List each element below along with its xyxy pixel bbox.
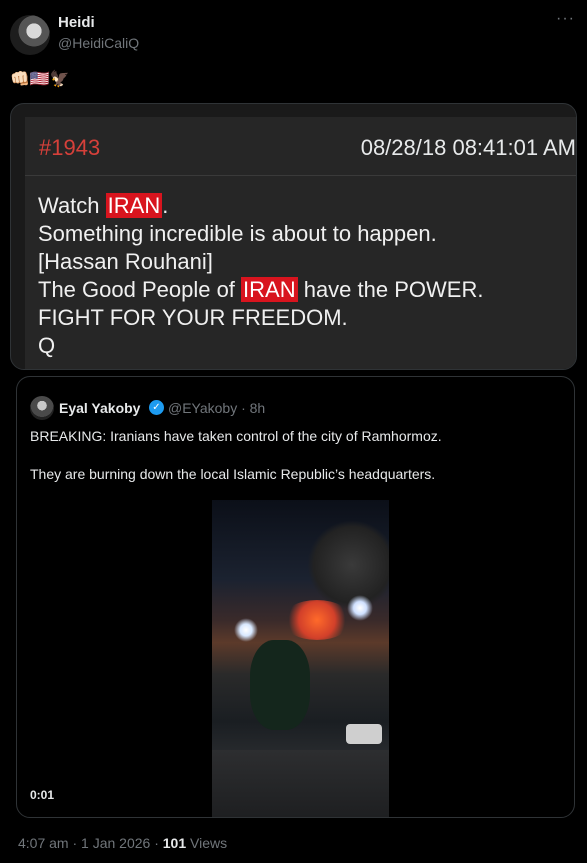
drop-line: FIGHT FOR YOUR FREEDOM. (38, 305, 348, 330)
verified-badge-icon: ✓ (149, 400, 164, 415)
drop-header: #1943 08/28/18 08:41:01 AM (25, 117, 576, 176)
video-frame-road (212, 750, 389, 817)
views-label: Views (186, 835, 228, 851)
more-options-icon[interactable]: ··· (556, 10, 575, 28)
highlighted-word: IRAN (241, 277, 298, 302)
author-handle[interactable]: @HeidiCaliQ (58, 35, 139, 51)
drop-text: The Good People of (38, 277, 242, 302)
video-frame-smoke (307, 520, 389, 610)
video-time-badge: 0:01 (30, 788, 55, 802)
video-frame-car (346, 724, 382, 744)
post-text: 👊🏻🇺🇸🦅 (10, 71, 70, 88)
drop-line: Q (38, 333, 56, 358)
video-frame-tree (250, 640, 310, 730)
views-count: 101 (162, 835, 187, 851)
post-timestamp[interactable]: 4:07 am · 1 Jan 2026 · (18, 835, 163, 851)
video-frame-light (347, 595, 373, 621)
video-player[interactable] (212, 500, 389, 817)
drop-text: . (162, 193, 169, 218)
video-frame-fire (282, 600, 352, 640)
quoted-author-handle[interactable]: @EYakoby · 8h (168, 400, 265, 416)
author-avatar[interactable] (10, 15, 50, 55)
highlighted-word: IRAN (105, 193, 163, 218)
drop-line: The Good People of IRAN have the POWER. (38, 277, 483, 303)
drop-line: Something incredible is about to happen. (38, 221, 437, 246)
drop-body: Watch IRAN. Something incredible is abou… (25, 176, 576, 369)
drop-line: Watch IRAN. (38, 193, 168, 219)
post-metadata: 4:07 am · 1 Jan 2026 · 101 Views (18, 835, 227, 851)
author-display-name[interactable]: Heidi (58, 14, 95, 31)
quoted-author-name[interactable]: Eyal Yakoby (59, 400, 140, 416)
drop-text: have the POWER. (297, 277, 484, 302)
drop-datetime: 08/28/18 08:41:01 AM (360, 135, 576, 160)
attached-image[interactable]: #1943 08/28/18 08:41:01 AM Watch IRAN. S… (10, 103, 577, 370)
quoted-text: BREAKING: Iranians have taken control of… (30, 428, 442, 444)
quoted-text: They are burning down the local Islamic … (30, 466, 436, 482)
drop-text: Watch (38, 193, 106, 218)
drop-line: [Hassan Rouhani] (38, 249, 213, 274)
drop-number: #1943 (39, 135, 101, 160)
video-frame-light (234, 618, 258, 642)
quoted-author-avatar[interactable] (30, 396, 54, 420)
